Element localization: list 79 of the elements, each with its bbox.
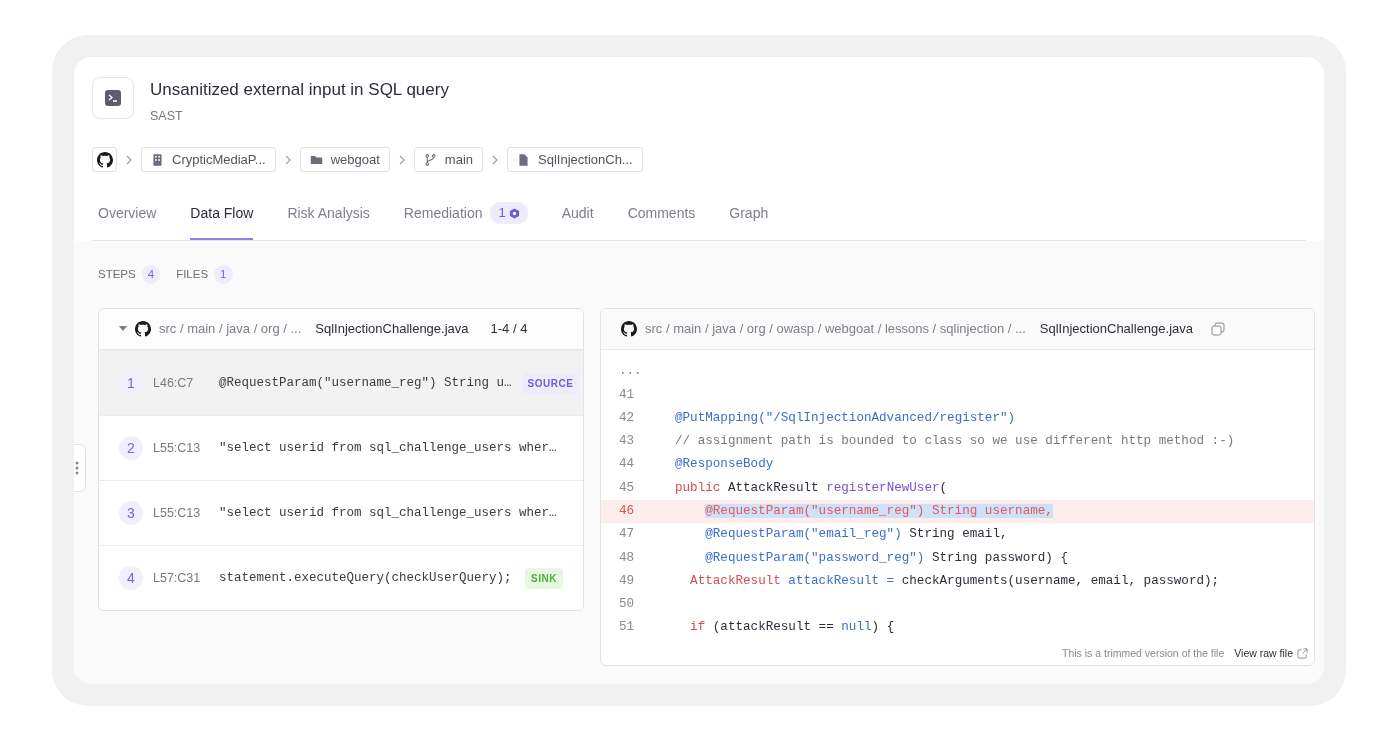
view-raw-link[interactable]: View raw file [1234, 645, 1308, 662]
line-number: 46 [618, 503, 636, 520]
code-line: // assignment path is bounded to class so we use different http method :-) [675, 433, 1235, 451]
external-link-icon [1297, 647, 1308, 659]
breadcrumb-link[interactable]: main [413, 147, 484, 173]
file-icon [517, 152, 531, 167]
tab[interactable]: Comments [627, 194, 696, 240]
line-number: 49 [618, 572, 636, 590]
file-path: src / main / java / org / ... [159, 320, 302, 339]
tab[interactable]: Audit [561, 194, 594, 240]
issue-category: SAST [150, 107, 184, 125]
tab[interactable]: Remediation 1 [403, 194, 528, 240]
building-icon [151, 152, 164, 167]
github-button[interactable] [92, 147, 117, 173]
line-number: 47 [618, 526, 636, 544]
file-name: SqlInjectionChallenge.java [315, 320, 469, 339]
branch-icon [423, 152, 437, 167]
count-badge: 4 [141, 264, 161, 284]
tab[interactable]: Overview [98, 194, 157, 240]
code-snippet: statement.executeQuery(checkUserQuery); [219, 569, 513, 587]
file-path: src / main / java / org / owasp / webgoat / lessons / sqlinjection / ... [645, 320, 1026, 339]
step-row[interactable]: 4 L57:C31 statement.executeQuery(checkUserQuery); SINK [99, 545, 583, 610]
step-location: L57:C31 [153, 569, 202, 587]
step-location: L55:C13 [153, 439, 202, 457]
line-number: 43 [618, 433, 636, 451]
step-location: L55:C13 [153, 504, 202, 522]
ellipsis: ... [618, 363, 643, 381]
code-line: @PutMapping("/SqlInjectionAdvanced/register") [675, 409, 1016, 427]
github-icon [621, 321, 637, 337]
line-number: 41 [618, 386, 636, 404]
code-line: AttackResult attackResult = checkArguments(username, email, password); [690, 572, 1220, 590]
breadcrumb-link[interactable]: CrypticMediaP... [141, 147, 276, 173]
code-snippet: "select userid from sql_challenge_users wher… [219, 439, 558, 457]
line-number: 42 [618, 409, 636, 427]
step-range: 1-4 / 4 [490, 320, 528, 339]
issue-title: Unsanitized external input in SQL query [150, 79, 449, 101]
step-row[interactable]: 1 L46:C7 @RequestParam("username_reg") String u… SOURCE [99, 350, 583, 415]
tab[interactable]: Data Flow [190, 194, 254, 240]
copy-icon[interactable] [1211, 322, 1225, 336]
breadcrumb-link[interactable]: webgoat [299, 147, 390, 173]
github-icon [135, 321, 151, 337]
hexagon-icon [508, 207, 520, 219]
code-line: if (attackResult == null) { [690, 619, 895, 637]
chevron-icon [125, 154, 133, 165]
caret-icon[interactable] [119, 326, 127, 332]
step-tag: SOURCE [521, 372, 580, 394]
step-number: 4 [119, 566, 143, 590]
code-snippet: "select userid from sql_challenge_users wher… [219, 504, 558, 522]
tab[interactable]: Risk Analysis [287, 194, 370, 240]
line-number: 50 [618, 596, 636, 614]
line-number: 51 [618, 619, 636, 637]
step-row[interactable]: 2 L55:C13 "select userid from sql_challenge_users wher… [99, 415, 583, 480]
line-number: 48 [618, 549, 636, 567]
counter-label: STEPS [98, 266, 136, 282]
code-snippet: @RequestParam("username_reg") String u… [219, 374, 512, 392]
chevron-icon [283, 154, 292, 165]
counter-label: FILES [176, 266, 209, 282]
count-badge: 1 [490, 202, 528, 224]
code-line: public AttackResult registerNewUser( [675, 479, 948, 497]
trimmed-note: This is a trimmed version of the file [1062, 645, 1225, 661]
step-number: 3 [119, 501, 143, 525]
github-icon [96, 151, 113, 168]
step-tag: SINK [525, 567, 563, 589]
chevron-icon [491, 154, 500, 165]
step-number: 2 [119, 436, 143, 460]
step-number: 1 [119, 371, 143, 395]
code-line: @ResponseBody [675, 456, 774, 474]
step-row[interactable]: 3 L55:C13 "select userid from sql_challenge_users wher… [99, 480, 583, 545]
breadcrumb-link[interactable]: SqlInjectionCh... [507, 147, 643, 173]
line-number: 44 [618, 456, 636, 474]
count-badge: 1 [214, 264, 233, 284]
chevron-icon [397, 154, 406, 165]
line-number: 45 [618, 479, 636, 497]
step-location: L46:C7 [153, 374, 195, 392]
code-line: @RequestParam("email_reg") String email, [705, 526, 1008, 544]
tab[interactable]: Graph [729, 194, 769, 240]
code-line: @RequestParam("password_reg") String password) { [705, 549, 1068, 567]
terminal-icon [105, 90, 121, 106]
file-name: SqlInjectionChallenge.java [1039, 320, 1193, 339]
